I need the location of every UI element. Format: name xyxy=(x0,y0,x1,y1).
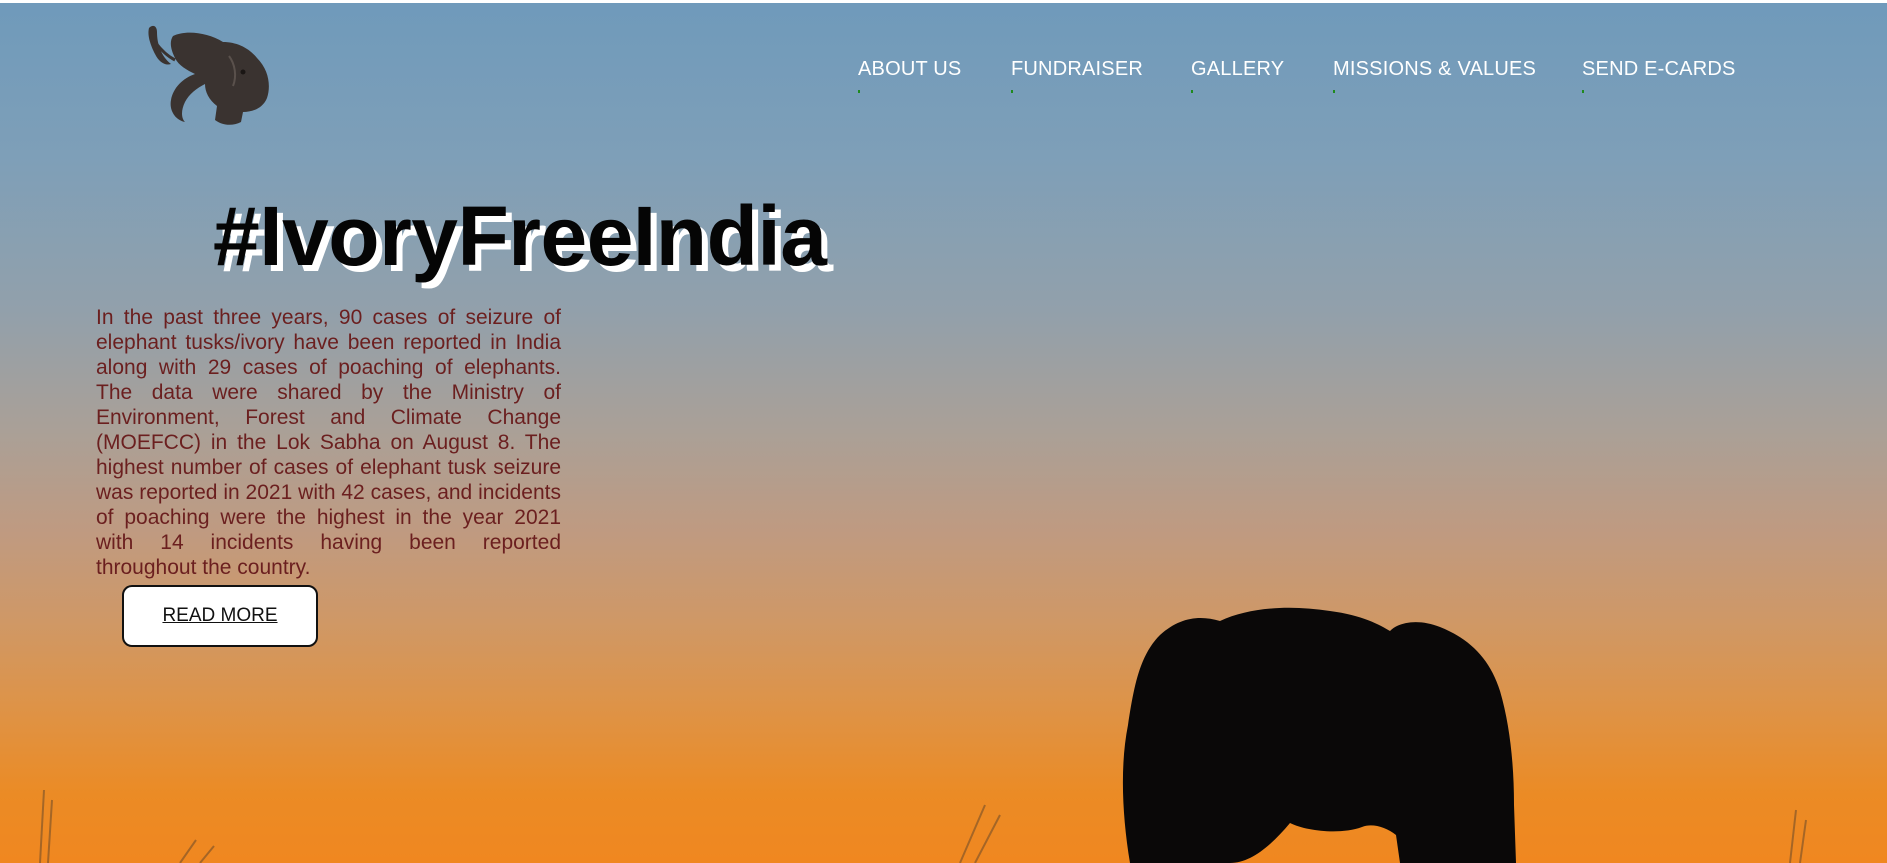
nav-item-fundraiser[interactable]: FUNDRAISER xyxy=(1011,58,1144,93)
nav-active-marker xyxy=(1582,90,1584,93)
nav-item-gallery[interactable]: GALLERY xyxy=(1191,58,1285,93)
nav-item-label: ABOUT US xyxy=(858,58,962,80)
nav-item-label: FUNDRAISER xyxy=(1011,58,1144,80)
nav-item-about-us[interactable]: ABOUT US xyxy=(858,58,962,93)
hero-title: #IvoryFreeIndia xyxy=(213,189,827,283)
elephant-silhouette-image xyxy=(1122,607,1516,863)
nav-active-marker xyxy=(858,90,860,93)
nav-active-marker xyxy=(1333,90,1335,93)
top-border xyxy=(0,0,1887,3)
read-more-button[interactable]: READ MORE xyxy=(122,585,318,647)
read-more-label: READ MORE xyxy=(162,605,278,626)
nav-active-marker xyxy=(1011,90,1013,93)
nav-item-label: MISSIONS & VALUES xyxy=(1333,58,1537,80)
nav-item-label: GALLERY xyxy=(1191,58,1285,80)
hero-page: ABOUT US FUNDRAISER GALLERY MISSIONS & V… xyxy=(0,0,1887,863)
nav-item-send-e-cards[interactable]: SEND E-CARDS xyxy=(1582,58,1736,93)
nav-item-label: SEND E-CARDS xyxy=(1582,58,1736,80)
hero-description: In the past three years, 90 cases of sei… xyxy=(96,306,561,579)
nav-active-marker xyxy=(1191,90,1193,93)
main-nav: ABOUT US FUNDRAISER GALLERY MISSIONS & V… xyxy=(0,58,1887,98)
nav-item-missions-values[interactable]: MISSIONS & VALUES xyxy=(1333,58,1537,93)
